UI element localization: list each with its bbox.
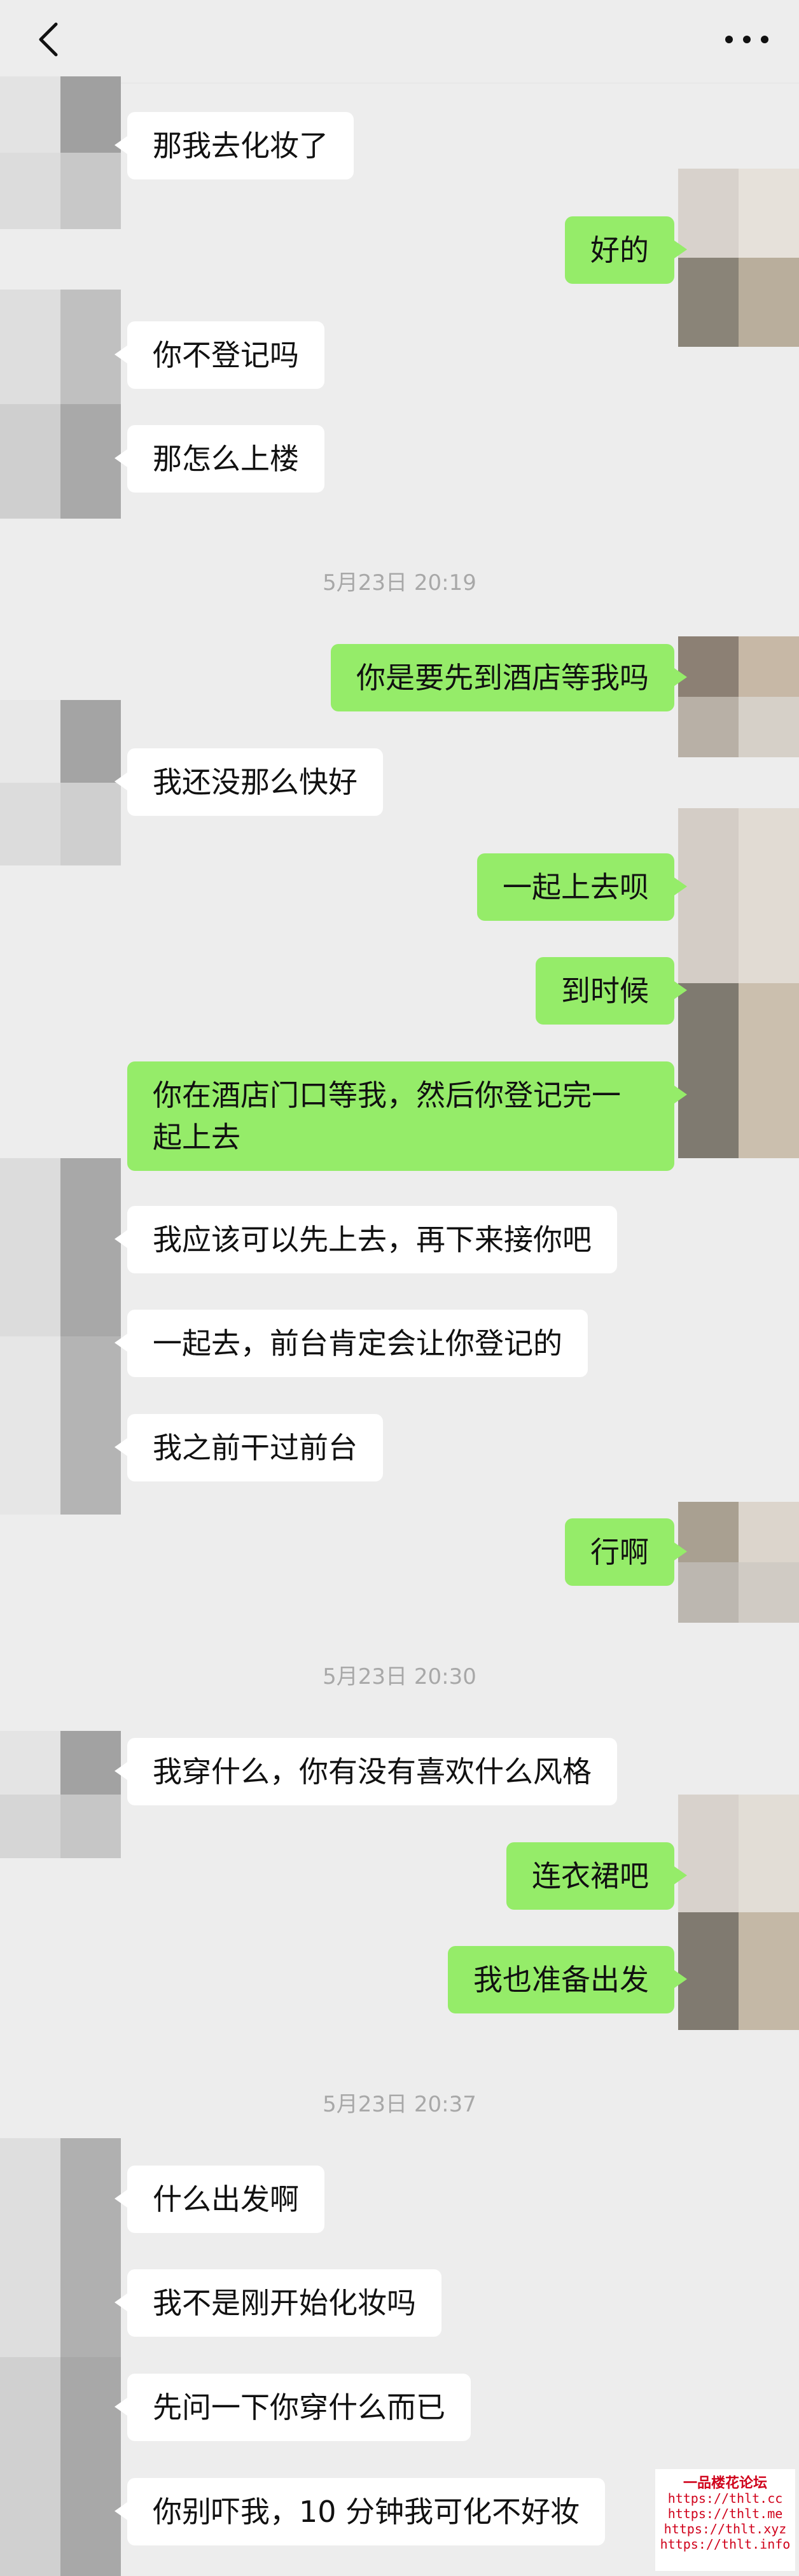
user-avatar-blurred — [678, 636, 799, 757]
received-message[interactable]: 那怎么上楼 — [115, 425, 324, 493]
watermark-line: https://thlt.info — [660, 2537, 791, 2552]
chevron-left-icon[interactable] — [31, 20, 69, 59]
received-message[interactable]: 我应该可以先上去，再下来接你吧 — [115, 1206, 617, 1273]
sent-message[interactable]: 行啊 — [565, 1518, 687, 1586]
contact-avatar-blurred — [0, 290, 121, 519]
received-message[interactable]: 我还没那么快好 — [115, 748, 383, 816]
received-message[interactable]: 什么出发啊 — [115, 2166, 324, 2233]
received-message[interactable]: 你别吓我，10 分钟我可化不好妆 — [114, 2478, 606, 2545]
user-avatar-blurred — [678, 1502, 799, 1623]
contact-avatar-blurred — [0, 1158, 121, 1515]
sent-message[interactable]: 到时候 — [536, 957, 687, 1025]
received-message[interactable]: 那我去化妆了 — [115, 112, 354, 179]
received-message[interactable]: 我之前干过前台 — [115, 1414, 383, 1481]
user-avatar-blurred — [678, 808, 799, 1158]
received-message[interactable]: 先问一下你穿什么而已 — [115, 2374, 471, 2441]
received-message[interactable]: 你不登记吗 — [115, 321, 324, 389]
received-message[interactable]: 一起去，前台肯定会让你登记的 — [115, 1310, 588, 1377]
contact-avatar-blurred — [0, 700, 121, 865]
sent-message[interactable]: 一起上去呗 — [477, 853, 687, 921]
watermark: 一品楼花论坛 https://thlt.cc https://thlt.me h… — [655, 2469, 795, 2571]
received-message[interactable]: 我不是刚开始化妆吗 — [115, 2269, 441, 2337]
sent-message[interactable]: 连衣裙吧 — [506, 1842, 687, 1910]
watermark-line: https://thlt.me — [667, 2506, 783, 2521]
watermark-line: https://thlt.xyz — [664, 2521, 787, 2537]
contact-avatar-blurred — [0, 76, 121, 229]
sent-message[interactable]: 你在酒店门口等我，然后你登记完一起上去 — [127, 1061, 687, 1171]
sent-message[interactable]: 我也准备出发 — [448, 1946, 687, 2013]
sent-message[interactable]: 你是要先到酒店等我吗 — [331, 644, 687, 711]
chat-header — [0, 0, 799, 83]
contact-avatar-blurred — [0, 2138, 121, 2576]
ellipsis-icon[interactable] — [721, 25, 772, 53]
user-avatar-blurred — [678, 1795, 799, 2030]
timestamp: 5月23日 20:19 — [323, 570, 476, 596]
contact-avatar-blurred — [0, 1731, 121, 1858]
received-message[interactable]: 我穿什么，你有没有喜欢什么风格 — [115, 1738, 617, 1805]
watermark-line: https://thlt.cc — [667, 2491, 783, 2506]
sent-message[interactable]: 好的 — [565, 216, 687, 284]
watermark-title: 一品楼花论坛 — [683, 2475, 767, 2491]
timestamp: 5月23日 20:37 — [323, 2092, 476, 2117]
timestamp: 5月23日 20:30 — [323, 1664, 476, 1690]
user-avatar-blurred — [678, 169, 799, 347]
